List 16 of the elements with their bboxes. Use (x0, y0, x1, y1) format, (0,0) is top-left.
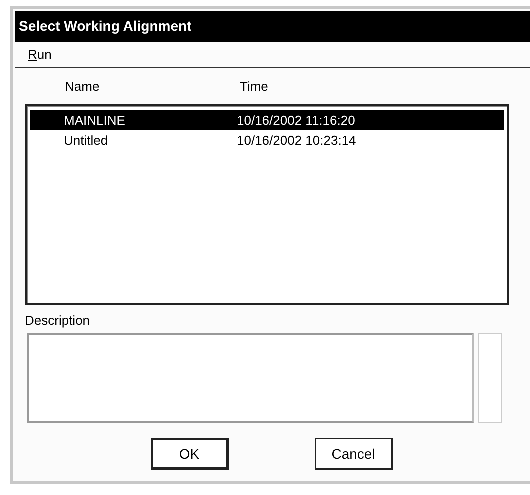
cancel-button[interactable]: Cancel (315, 438, 393, 470)
ok-button[interactable]: OK (151, 438, 229, 470)
table-cell: 10/16/2002 11:16:20 (237, 112, 356, 128)
list-row[interactable]: Untitled 10/16/2002 10:23:14 (30, 130, 504, 150)
table-cell-text: MAINLINE (63, 112, 126, 128)
column-header[interactable]: Time (240, 78, 268, 94)
table-cell-text: Untitled (63, 132, 110, 148)
list-row[interactable]: MAINLINE 10/16/2002 11:16:20 (30, 110, 504, 130)
description-field[interactable] (27, 333, 474, 423)
alignment-list[interactable]: MAINLINE 10/16/2002 11:16:20 Untitled 10/16/2002 10:23:14 (25, 104, 509, 305)
table-cell: 10/16/2002 10:23:14 (237, 132, 356, 148)
scrollbar[interactable] (478, 333, 502, 423)
menu-item[interactable]: Run (28, 47, 52, 62)
description-label: Description (25, 312, 92, 330)
column-header[interactable]: Name (25, 78, 240, 94)
window-title: Select Working Alignment (15, 11, 530, 42)
